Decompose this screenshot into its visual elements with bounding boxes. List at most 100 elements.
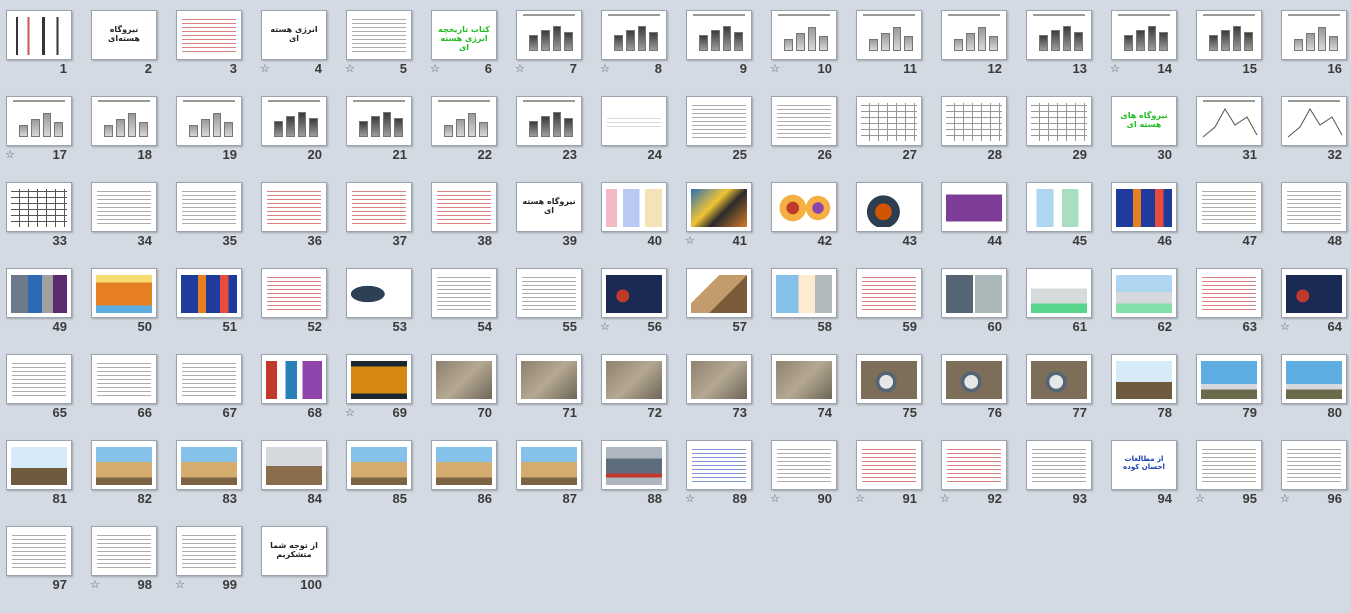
star-icon[interactable]: ☆ (1110, 63, 1120, 74)
slide-preview[interactable] (1281, 354, 1347, 404)
slide-preview[interactable]: نیروگاه هسته‌ای (91, 10, 157, 60)
slide-preview[interactable] (176, 440, 242, 490)
slide-preview[interactable] (346, 10, 412, 60)
slide-preview[interactable] (431, 182, 497, 232)
slide-thumbnail[interactable]: 33 (0, 174, 84, 259)
slide-preview[interactable] (176, 96, 242, 146)
slide-thumbnail[interactable]: 59 (849, 260, 934, 345)
slide-preview[interactable] (91, 182, 157, 232)
star-icon[interactable]: ☆ (685, 235, 695, 246)
slide-thumbnail[interactable]: 44 (934, 174, 1019, 259)
slide-preview[interactable] (516, 268, 582, 318)
slide-preview[interactable] (346, 96, 412, 146)
slide-thumbnail[interactable]: 84 (254, 432, 339, 517)
slide-preview[interactable] (601, 354, 667, 404)
slide-preview[interactable] (261, 440, 327, 490)
slide-preview[interactable] (1196, 182, 1262, 232)
slide-preview[interactable] (261, 354, 327, 404)
slide-thumbnail[interactable]: ☆ 92 (934, 432, 1019, 517)
slide-preview[interactable] (1281, 182, 1347, 232)
slide-preview[interactable] (856, 96, 922, 146)
slide-preview[interactable] (1026, 10, 1092, 60)
slide-thumbnail[interactable]: 38 (424, 174, 509, 259)
slide-preview[interactable] (346, 440, 412, 490)
slide-preview[interactable] (91, 440, 157, 490)
slide-thumbnail[interactable]: ☆ 8 (594, 2, 679, 87)
slide-thumbnail[interactable]: ☆ 10 (764, 2, 849, 87)
slide-preview[interactable] (601, 182, 667, 232)
slide-preview[interactable] (601, 440, 667, 490)
slide-preview[interactable] (771, 182, 837, 232)
slide-thumbnail[interactable]: 47 (1189, 174, 1274, 259)
star-icon[interactable]: ☆ (90, 579, 100, 590)
slide-preview[interactable] (856, 268, 922, 318)
slide-thumbnail[interactable]: ☆ 7 (509, 2, 594, 87)
slide-thumbnail[interactable]: نیروگاه هسته‌ای 2 (84, 2, 169, 87)
slide-thumbnail[interactable]: 19 (169, 88, 254, 173)
slide-preview[interactable] (601, 10, 667, 60)
slide-thumbnail[interactable]: 34 (84, 174, 169, 259)
slide-preview[interactable]: از توجه شما متشکریم (261, 526, 327, 576)
slide-preview[interactable] (686, 354, 752, 404)
slide-thumbnail[interactable]: 81 (0, 432, 84, 517)
star-icon[interactable]: ☆ (175, 579, 185, 590)
slide-thumbnail[interactable]: 32 (1274, 88, 1351, 173)
slide-preview[interactable] (1281, 440, 1347, 490)
slide-preview[interactable] (601, 96, 667, 146)
star-icon[interactable]: ☆ (1280, 493, 1290, 504)
slide-thumbnail[interactable]: 85 (339, 432, 424, 517)
slide-thumbnail[interactable]: ☆ 5 (339, 2, 424, 87)
slide-thumbnail[interactable]: از توجه شما متشکریم 100 (254, 518, 339, 603)
slide-preview[interactable]: کتاب تاریخچه انرژی هسته ای (431, 10, 497, 60)
slide-preview[interactable] (941, 268, 1007, 318)
slide-thumbnail[interactable]: 80 (1274, 346, 1351, 431)
slide-preview[interactable] (856, 354, 922, 404)
slide-preview[interactable] (941, 354, 1007, 404)
slide-preview[interactable] (771, 354, 837, 404)
slide-thumbnail[interactable]: 20 (254, 88, 339, 173)
slide-thumbnail[interactable]: ☆ 99 (169, 518, 254, 603)
slide-thumbnail[interactable]: ☆ 14 (1104, 2, 1189, 87)
slide-thumbnail[interactable]: نیروگاه هسته ای 39 (509, 174, 594, 259)
slide-thumbnail[interactable]: 1 (0, 2, 84, 87)
slide-preview[interactable] (431, 96, 497, 146)
slide-thumbnail[interactable]: 28 (934, 88, 1019, 173)
slide-preview[interactable] (176, 268, 242, 318)
star-icon[interactable]: ☆ (770, 63, 780, 74)
slide-preview[interactable] (1026, 354, 1092, 404)
slide-preview[interactable] (176, 354, 242, 404)
slide-thumbnail[interactable]: 61 (1019, 260, 1104, 345)
slide-thumbnail[interactable]: 72 (594, 346, 679, 431)
slide-preview[interactable]: نیروگاه های هسته ای (1111, 96, 1177, 146)
slide-thumbnail[interactable]: 16 (1274, 2, 1351, 87)
slide-thumbnail[interactable]: ☆ 91 (849, 432, 934, 517)
slide-thumbnail[interactable]: 13 (1019, 2, 1104, 87)
slide-thumbnail[interactable]: 42 (764, 174, 849, 259)
slide-preview[interactable] (941, 182, 1007, 232)
slide-preview[interactable] (1196, 440, 1262, 490)
slide-thumbnail[interactable]: 48 (1274, 174, 1351, 259)
slide-thumbnail[interactable]: 53 (339, 260, 424, 345)
slide-preview[interactable]: از مطالعات احسان کوده (1111, 440, 1177, 490)
slide-thumbnail[interactable]: 22 (424, 88, 509, 173)
slide-preview[interactable] (1111, 268, 1177, 318)
star-icon[interactable]: ☆ (1195, 493, 1205, 504)
slide-thumbnail[interactable]: 23 (509, 88, 594, 173)
slide-preview[interactable] (516, 440, 582, 490)
slide-thumbnail[interactable]: ☆ 69 (339, 346, 424, 431)
slide-thumbnail[interactable]: 52 (254, 260, 339, 345)
slide-thumbnail[interactable]: 83 (169, 432, 254, 517)
slide-preview[interactable] (686, 268, 752, 318)
slide-preview[interactable] (1111, 10, 1177, 60)
slide-preview[interactable] (771, 440, 837, 490)
slide-thumbnail[interactable]: 88 (594, 432, 679, 517)
slide-thumbnail[interactable]: 36 (254, 174, 339, 259)
slide-preview[interactable] (91, 96, 157, 146)
star-icon[interactable]: ☆ (940, 493, 950, 504)
slide-thumbnail[interactable]: 11 (849, 2, 934, 87)
slide-thumbnail[interactable]: 37 (339, 174, 424, 259)
slide-thumbnail[interactable]: 74 (764, 346, 849, 431)
slide-preview[interactable] (6, 354, 72, 404)
slide-preview[interactable] (431, 354, 497, 404)
star-icon[interactable]: ☆ (600, 321, 610, 332)
